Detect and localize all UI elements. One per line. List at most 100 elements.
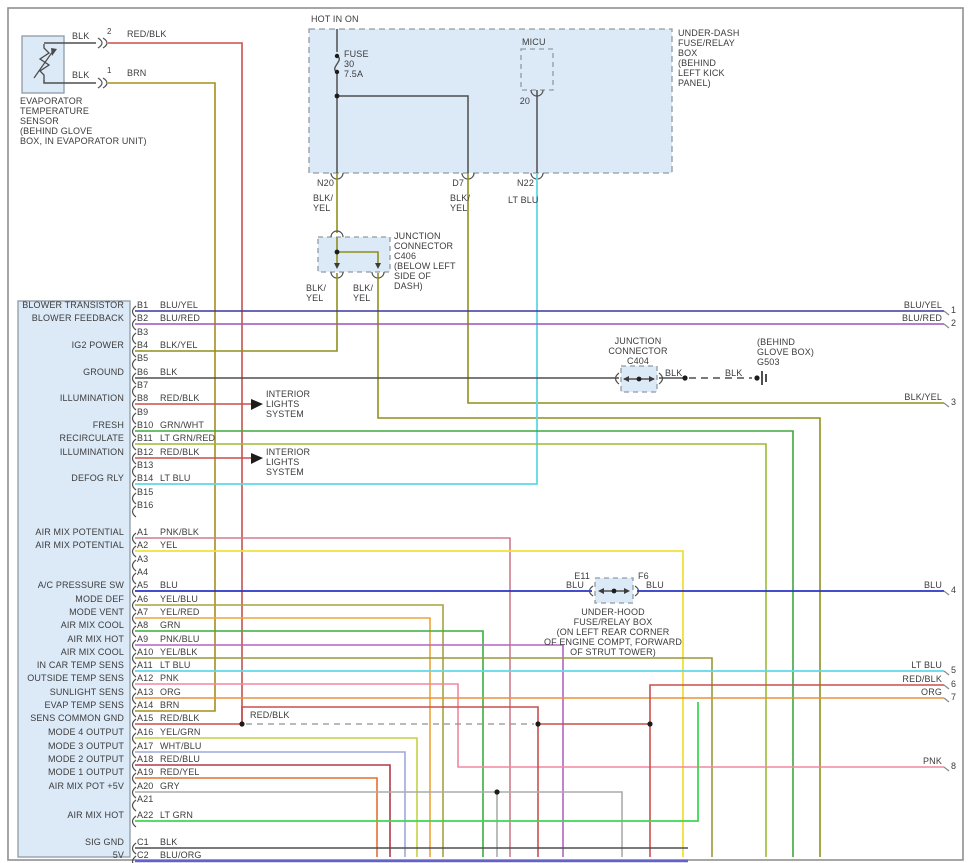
sensor-pin2: 2 xyxy=(107,27,112,37)
pin-label-a19: A19 xyxy=(137,767,153,777)
pin-label-b11: B11 xyxy=(137,433,153,443)
pin-label-b4: B4 xyxy=(137,340,148,350)
row-label-a6: MODE DEF xyxy=(2,594,124,604)
wire-color-a13: ORG xyxy=(160,687,181,697)
c406-out1-color: BLK/ YEL xyxy=(306,283,326,303)
row-label-a10: AIR MIX COOL xyxy=(2,647,124,657)
c404-wire2-color: BLK xyxy=(725,368,742,378)
generated-path xyxy=(133,386,137,397)
wire-color-a19: RED/YEL xyxy=(160,767,200,777)
interior-lights-arrow-1 xyxy=(251,399,263,410)
right-wire-color-4: BLU xyxy=(858,580,942,590)
sensor-wire1-color: BLK xyxy=(72,70,89,80)
wire-color-b1: BLU/YEL xyxy=(160,300,198,310)
row-label-c1: SIG GND xyxy=(2,837,124,847)
right-wire-number-6: 6 xyxy=(951,679,956,689)
row-label-b6: GROUND xyxy=(2,367,124,377)
c404-splice-dot xyxy=(637,377,642,382)
pin-n22: N22 xyxy=(506,178,534,188)
fuse-label: FUSE 30 7.5A xyxy=(344,49,369,79)
pin-label-a11: A11 xyxy=(137,660,153,670)
wire-a9-pnk-blu xyxy=(135,645,563,857)
pin-label-b16: B16 xyxy=(137,500,153,510)
pin-label-a13: A13 xyxy=(137,687,153,697)
generated-path xyxy=(944,311,949,315)
wire-color-c2: BLU/ORG xyxy=(160,850,202,860)
row-label-b2: BLOWER FEEDBACK xyxy=(2,313,124,323)
row-label-a15: SENS COMMON GND xyxy=(2,713,124,723)
pin-label-b8: B8 xyxy=(137,393,148,403)
wire-color-a15: RED/BLK xyxy=(160,713,200,723)
c406-label: JUNCTION CONNECTOR C406 (BELOW LEFT SIDE… xyxy=(394,231,456,291)
wire-color-a11: LT BLU xyxy=(160,660,191,670)
generated-path xyxy=(133,333,137,344)
wire-color-a20: GRY xyxy=(160,781,180,791)
n20-wire-color: BLK/ YEL xyxy=(313,193,333,213)
wire-color-a22: LT GRN xyxy=(160,810,193,820)
wire-color-b14: LT BLU xyxy=(160,473,191,483)
sensor-pin1: 1 xyxy=(107,66,112,76)
wire-color-b8: RED/BLK xyxy=(160,393,200,403)
wire-color-a1: PNK/BLK xyxy=(160,527,199,537)
right-wire-number-5: 5 xyxy=(951,665,956,675)
wire-a10-yel-blk xyxy=(135,658,712,857)
wire-color-a16: YEL/GRN xyxy=(160,727,201,737)
hot-in-on-label: HOT IN ON xyxy=(311,14,359,24)
pin-n20: N20 xyxy=(306,178,334,188)
right-wire-number-2: 2 xyxy=(951,318,956,328)
pin-label-a6: A6 xyxy=(137,594,148,604)
wire-color-a14: BRN xyxy=(160,700,179,710)
c406-out2-color: BLK/ YEL xyxy=(353,283,373,303)
pin-label-a7: A7 xyxy=(137,607,148,617)
pin-label-a2: A2 xyxy=(137,540,148,550)
pin-label-b10: B10 xyxy=(137,420,153,430)
generated-path xyxy=(133,560,137,571)
generated-path xyxy=(133,573,137,584)
c404-label: JUNCTION CONNECTOR C404 xyxy=(597,336,679,366)
row-label-a22: AIR MIX HOT xyxy=(2,810,124,820)
pin-arcs-group xyxy=(133,306,137,863)
micu-pin-20: 20 xyxy=(508,96,530,106)
generated-path xyxy=(944,324,949,328)
interior-lights-system-2: INTERIOR LIGHTS SYSTEM xyxy=(266,447,310,477)
row-label-b8: ILLUMINATION xyxy=(2,393,124,403)
pin-label-a10: A10 xyxy=(137,647,153,657)
row-label-a13: SUNLIGHT SENS xyxy=(2,687,124,697)
pin-label-a12: A12 xyxy=(137,673,153,683)
generated-path xyxy=(944,767,949,771)
pin-label-a1: A1 xyxy=(137,527,148,537)
pin-label-b15: B15 xyxy=(137,487,153,497)
micu-label: MICU xyxy=(522,37,546,47)
sensor-name: EVAPORATOR TEMPERATURE SENSOR (BEHIND GL… xyxy=(20,96,147,146)
micu-box xyxy=(521,49,553,90)
row-label-a5: A/C PRESSURE SW xyxy=(2,580,124,590)
wiring-diagram-page: BLK 2 RED/BLK BLK 1 BRN EVAPORATOR TEMPE… xyxy=(0,0,972,863)
right-wire-number-3: 3 xyxy=(951,397,956,407)
generated-path xyxy=(133,506,137,517)
wire-color-c1: BLK xyxy=(160,837,177,847)
generated-path xyxy=(133,800,137,811)
pin-label-a16: A16 xyxy=(137,727,153,737)
pin-label-c1: C1 xyxy=(137,837,149,847)
pin-label-a14: A14 xyxy=(137,700,153,710)
wire-a15-red-blk-right xyxy=(538,685,944,857)
row-label-a2: AIR MIX POTENTIAL xyxy=(2,540,124,550)
wire-color-b4: BLK/YEL xyxy=(160,340,198,350)
wire-color-a8: GRN xyxy=(160,620,180,630)
wire-color-a2: YEL xyxy=(160,540,177,550)
row-label-b12: ILLUMINATION xyxy=(2,447,124,457)
splice-dot xyxy=(335,94,340,99)
pin-label-c2: C2 xyxy=(137,850,149,860)
right-wire-color-5: LT BLU xyxy=(858,660,942,670)
right-wire-number-8: 8 xyxy=(951,761,956,771)
pin-label-a15: A15 xyxy=(137,713,153,723)
pin-label-a21: A21 xyxy=(137,794,153,804)
g503-ground-label: (BEHIND GLOVE BOX) G503 xyxy=(757,337,814,367)
pin-label-a8: A8 xyxy=(137,620,148,630)
row-label-c2: 5V xyxy=(2,850,124,860)
generated-path xyxy=(944,671,949,675)
interior-lights-arrow-2 xyxy=(251,453,263,464)
pin-d7: D7 xyxy=(436,178,464,188)
pin-label-b5: B5 xyxy=(137,353,148,363)
ground-symbol-g503 xyxy=(762,371,766,385)
